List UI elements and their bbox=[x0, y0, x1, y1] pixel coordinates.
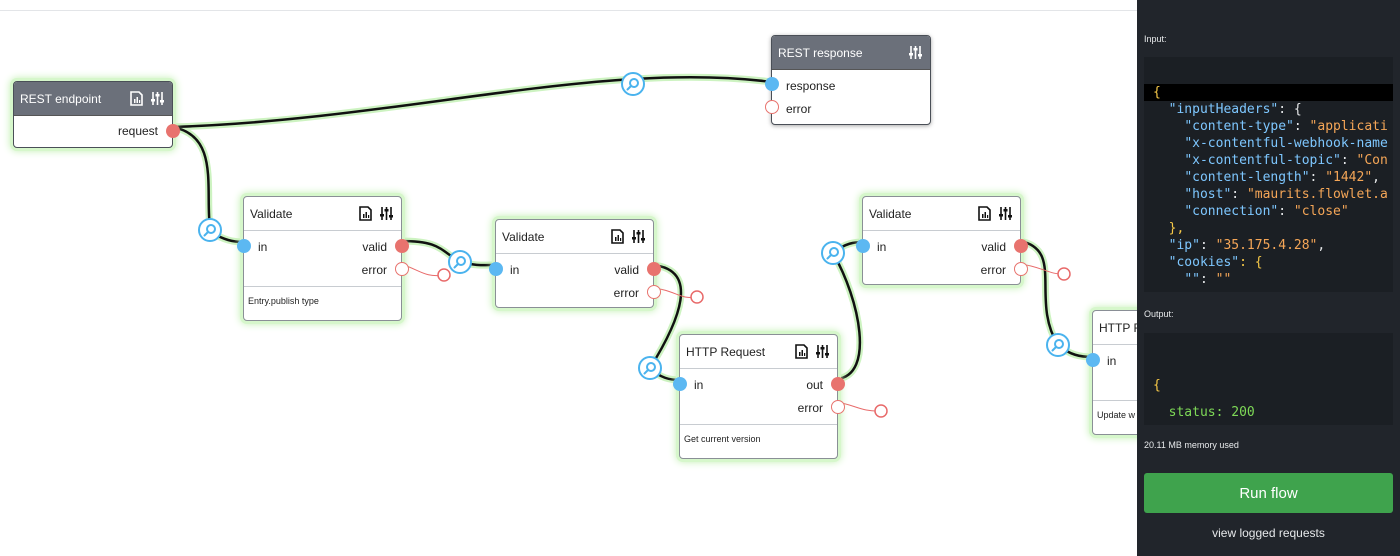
input-label: Input: bbox=[1144, 34, 1167, 44]
magnifier-icon bbox=[453, 256, 466, 269]
flow-editor: REST endpoint request REST response resp… bbox=[0, 0, 1400, 556]
chart-file-icon[interactable] bbox=[976, 205, 993, 222]
port-label-in: in bbox=[510, 262, 520, 277]
probe-endpoint-response[interactable] bbox=[621, 72, 645, 96]
run-flow-button[interactable]: Run flow bbox=[1144, 473, 1393, 513]
node-header[interactable]: Validate bbox=[496, 220, 653, 254]
node-header[interactable]: REST response bbox=[772, 36, 930, 70]
run-panel: Input: { "inputHeaders": { "content-type… bbox=[1137, 0, 1400, 556]
node-description: Get current version bbox=[680, 424, 837, 452]
node-validate-2[interactable]: Validate in valid error bbox=[489, 219, 661, 308]
probe-http-validate3[interactable] bbox=[821, 241, 845, 265]
node-title: Validate bbox=[502, 229, 545, 244]
sliders-icon[interactable] bbox=[814, 343, 831, 360]
node-title: Validate bbox=[869, 206, 912, 221]
port-in[interactable] bbox=[1086, 353, 1100, 367]
port-response[interactable] bbox=[765, 77, 779, 91]
probe-validate1-validate2[interactable] bbox=[448, 250, 472, 274]
sliders-icon[interactable] bbox=[149, 90, 166, 107]
node-title: REST response bbox=[778, 45, 863, 60]
node-rest-endpoint[interactable]: REST endpoint request bbox=[13, 81, 180, 148]
chart-file-icon[interactable] bbox=[128, 90, 145, 107]
port-label-out: out bbox=[806, 377, 823, 392]
chart-file-icon[interactable] bbox=[609, 228, 626, 245]
port-error[interactable] bbox=[765, 100, 779, 114]
node-description: Entry.publish type bbox=[244, 286, 401, 314]
port-label-error: error bbox=[613, 285, 639, 300]
probe-validate3-http2[interactable] bbox=[1046, 333, 1070, 357]
node-validate-1[interactable]: Validate in valid error Entry.publish typ… bbox=[237, 196, 409, 321]
chart-file-icon[interactable] bbox=[357, 205, 374, 222]
view-logged-requests-link[interactable]: view logged requests bbox=[1137, 526, 1400, 540]
probe-endpoint-validate[interactable] bbox=[198, 218, 222, 242]
port-request[interactable] bbox=[166, 124, 180, 138]
port-label-in: in bbox=[1107, 353, 1117, 368]
magnifier-icon bbox=[1051, 339, 1064, 352]
port-label-error: error bbox=[361, 262, 387, 277]
node-http-request-2[interactable]: HTTP R in Update w bbox=[1086, 310, 1137, 435]
chart-file-icon[interactable] bbox=[793, 343, 810, 360]
node-title: HTTP R bbox=[1099, 320, 1137, 335]
port-in[interactable] bbox=[237, 239, 251, 253]
port-error[interactable] bbox=[395, 262, 409, 276]
probe-validate2-http[interactable] bbox=[638, 356, 662, 380]
node-title: Validate bbox=[250, 206, 293, 221]
sliders-icon[interactable] bbox=[378, 205, 395, 222]
output-json-viewer[interactable]: { status: 200 } bbox=[1144, 333, 1393, 425]
node-header[interactable]: HTTP R bbox=[1093, 311, 1137, 345]
sliders-icon[interactable] bbox=[630, 228, 647, 245]
node-header[interactable]: Validate bbox=[244, 197, 401, 231]
node-rest-response[interactable]: REST response response error bbox=[765, 35, 931, 125]
node-http-request-1[interactable]: HTTP Request in out error Get current ver… bbox=[673, 334, 845, 459]
port-label-in: in bbox=[877, 239, 887, 254]
port-label-response: response bbox=[786, 78, 836, 93]
port-error[interactable] bbox=[647, 285, 661, 299]
port-label-request: request bbox=[117, 124, 158, 138]
port-label-valid: valid bbox=[362, 239, 387, 254]
node-header[interactable]: REST endpoint bbox=[14, 82, 172, 116]
memory-usage: 20.11 MB memory used bbox=[1144, 440, 1239, 450]
input-json-viewer[interactable]: { "inputHeaders": { "content-type": "app… bbox=[1144, 57, 1393, 292]
magnifier-icon bbox=[643, 362, 656, 375]
port-error[interactable] bbox=[831, 400, 845, 414]
node-header[interactable]: HTTP Request bbox=[680, 335, 837, 369]
sliders-icon[interactable] bbox=[997, 205, 1014, 222]
port-label-valid: valid bbox=[614, 262, 639, 277]
port-label-error: error bbox=[786, 101, 812, 116]
flow-canvas[interactable]: REST endpoint request REST response resp… bbox=[0, 0, 1137, 556]
node-title: REST endpoint bbox=[20, 91, 102, 106]
node-validate-3[interactable]: Validate in valid error bbox=[856, 196, 1028, 285]
port-out[interactable] bbox=[831, 377, 845, 391]
magnifier-icon bbox=[826, 247, 839, 260]
node-title: HTTP Request bbox=[686, 344, 766, 359]
port-error[interactable] bbox=[1014, 262, 1028, 276]
port-valid[interactable] bbox=[647, 262, 661, 276]
port-in[interactable] bbox=[489, 262, 503, 276]
port-valid[interactable] bbox=[1014, 239, 1028, 253]
node-description: Update w bbox=[1093, 400, 1137, 428]
output-label: Output: bbox=[1144, 309, 1174, 319]
port-label-in: in bbox=[694, 377, 704, 392]
magnifier-icon bbox=[203, 224, 216, 237]
port-in[interactable] bbox=[673, 377, 687, 391]
port-valid[interactable] bbox=[395, 239, 409, 253]
port-label-error: error bbox=[980, 262, 1006, 277]
port-label-valid: valid bbox=[981, 239, 1006, 254]
port-in[interactable] bbox=[856, 239, 870, 253]
sliders-icon[interactable] bbox=[907, 44, 924, 61]
magnifier-icon bbox=[626, 78, 639, 91]
port-label-error: error bbox=[797, 400, 823, 415]
port-label-in: in bbox=[258, 239, 268, 254]
node-header[interactable]: Validate bbox=[863, 197, 1020, 231]
